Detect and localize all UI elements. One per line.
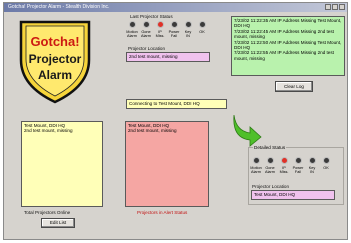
logo-line3: Alarm — [38, 68, 72, 82]
last-status-indicators: Motion Alarm Gone Alarm IP Miss. Power Fail… — [125, 21, 209, 38]
detailed-location-label: Projector Location — [252, 184, 290, 189]
indicator: Gone Alarm — [139, 21, 153, 38]
indicator-light-icon — [252, 157, 260, 164]
indicator-light-icon — [128, 21, 136, 28]
detailed-location-field[interactable]: Test Mount, DDI HQ — [251, 190, 335, 200]
close-button[interactable] — [339, 4, 345, 10]
indicator-label: OK — [323, 166, 329, 170]
green-arrow-icon — [233, 114, 262, 147]
indicator-light-icon — [266, 157, 274, 164]
event-log[interactable]: 7/23/02 11:22:35 AM IP Address Missing T… — [231, 16, 345, 76]
minimize-button[interactable] — [325, 4, 331, 10]
online-caption: Total Projectors Online — [24, 210, 71, 215]
log-entry[interactable]: 7/23/02 11:22:45 AM IP Address Missing 2… — [234, 29, 342, 40]
online-projectors-list[interactable]: Test Mount, DDI HQ 2nd test mount, missin… — [21, 121, 103, 207]
last-location-label: Projector Location — [128, 46, 166, 51]
last-status-title: Last Projector Status — [130, 14, 173, 19]
logo-line2: Projector — [29, 52, 82, 66]
indicator: Power Fail — [291, 157, 305, 174]
indicator: Key IN — [305, 157, 319, 174]
alert-projectors-list[interactable]: Test Mount, DDI HQ 2nd test mount, missin… — [125, 121, 209, 207]
indicator-light-icon — [184, 21, 192, 28]
indicator-label: Power Fail — [292, 166, 304, 175]
list-item[interactable]: 2nd test mount, missing — [24, 128, 100, 133]
indicator-label: IP Miss. — [155, 30, 165, 39]
app-window: Gotcha! Projector Alarm - Stealth Divisi… — [3, 2, 348, 240]
indicator-light-icon — [142, 21, 150, 28]
indicator-label: OK — [199, 30, 205, 34]
indicator: Power Fail — [167, 21, 181, 38]
indicator: IP Miss. — [153, 21, 167, 38]
indicator-label: Gone Alarm — [265, 166, 275, 175]
log-entry[interactable]: 7/23/02 11:22:35 AM IP Address Missing T… — [234, 18, 342, 29]
indicator-light-icon — [308, 157, 316, 164]
indicator-light-icon — [280, 157, 288, 164]
gotcha-logo: Gotcha! Projector Alarm — [19, 20, 91, 104]
list-item[interactable]: 2nd test mount, missing — [128, 128, 206, 133]
indicator: OK — [319, 157, 333, 174]
indicator-light-icon — [170, 21, 178, 28]
indicator: Motion Alarm — [249, 157, 263, 174]
indicator-label: Motion Alarm — [126, 30, 138, 39]
indicator-label: IP Miss. — [279, 166, 289, 175]
indicator-label: Power Fail — [168, 30, 180, 39]
indicator: Key IN — [181, 21, 195, 38]
log-entry[interactable]: 7/23/02 11:22:55 AM IP Address Missing 2… — [234, 50, 342, 61]
title-bar: Gotcha! Projector Alarm - Stealth Divisi… — [4, 3, 347, 12]
detailed-status-indicators: Motion Alarm Gone Alarm IP Miss. Power Fail… — [249, 157, 333, 174]
indicator-label: Key IN — [308, 166, 316, 175]
maximize-button[interactable] — [332, 4, 338, 10]
indicator: IP Miss. — [277, 157, 291, 174]
indicator-label: Key IN — [184, 30, 192, 39]
last-location-field[interactable]: 2nd test mount, missing — [126, 52, 210, 62]
window-title: Gotcha! Projector Alarm - Stealth Divisi… — [8, 4, 110, 10]
indicator: Motion Alarm — [125, 21, 139, 38]
indicator-label: Gone Alarm — [141, 30, 151, 39]
indicator-light-icon — [322, 157, 330, 164]
indicator-light-icon — [156, 21, 164, 28]
indicator: OK — [195, 21, 209, 38]
log-entry[interactable]: 7/23/02 11:22:50 AM IP Address Missing T… — [234, 40, 342, 51]
indicator: Gone Alarm — [263, 157, 277, 174]
logo-line1: Gotcha! — [30, 34, 79, 49]
indicator-light-icon — [294, 157, 302, 164]
connection-status: Connecting to Test Mount, DDI HQ — [126, 99, 227, 109]
alert-caption: Projectors in Alert Status — [137, 210, 188, 215]
indicator-label: Motion Alarm — [250, 166, 262, 175]
detailed-status-title: Detailed Status — [253, 145, 287, 150]
edit-list-button[interactable]: Edit List — [41, 218, 75, 228]
clear-log-button[interactable]: Clear Log — [275, 81, 313, 92]
indicator-light-icon — [198, 21, 206, 28]
